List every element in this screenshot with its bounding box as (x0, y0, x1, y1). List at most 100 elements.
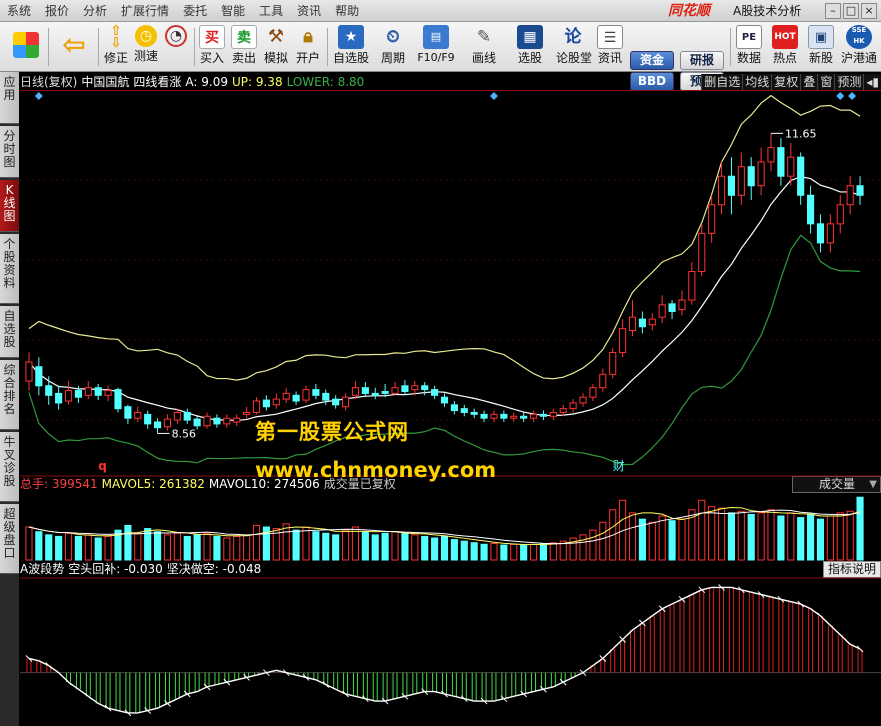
candle-body (411, 385, 419, 391)
volume-bar (134, 532, 142, 561)
volume-bar (233, 535, 241, 561)
marker-q: q (98, 459, 107, 473)
tab-kline[interactable]: K线图 (0, 180, 19, 232)
f10-button[interactable]: ▤ F10/F9 (416, 24, 456, 70)
open-account-label: 开户 (295, 51, 320, 65)
candle-body (628, 316, 637, 332)
new-stock-button[interactable]: ▣ 新股 (806, 24, 836, 70)
tab-kline-label: K线图 (3, 183, 16, 223)
menu-smart[interactable]: 智能 (214, 0, 252, 22)
toolbar: ⇦ ⇧ ⇩ 修正 ◷ 测速 ◔ 买 买入 卖 卖出 ⚒ 模拟 🔒︎ 开户 ★ 自选… (0, 22, 881, 91)
volume-bar (520, 544, 528, 561)
volume-bar (708, 506, 716, 561)
volume-bar (500, 544, 508, 561)
window-button[interactable]: 窗 (817, 74, 835, 90)
tab-stock-profile[interactable]: 个股资料 (0, 234, 19, 304)
marker-finance[interactable]: 财 (613, 459, 625, 473)
volume-bar (351, 526, 360, 561)
news-button[interactable]: ☰ 资讯 (596, 24, 624, 70)
menu-tools[interactable]: 工具 (252, 0, 290, 22)
adjusted-button[interactable]: 复权 (771, 74, 801, 90)
volume-bar (767, 509, 775, 561)
close-icon[interactable]: × (861, 3, 877, 19)
candle-body (154, 421, 162, 429)
remove-watchlist-button[interactable]: 删自选 (701, 74, 743, 90)
tab-watchlist[interactable]: 自选股 (0, 306, 19, 358)
data-button[interactable]: PE 数据 (734, 24, 764, 70)
volume-bar (312, 531, 320, 561)
menu-help[interactable]: 帮助 (328, 0, 366, 22)
candle-body (648, 318, 656, 326)
stock-screener-button[interactable]: ▦ 选股 (510, 24, 550, 70)
stock-name: 中国国航 (81, 75, 130, 89)
candle-body (351, 387, 360, 396)
sell-icon: 卖 (231, 25, 257, 49)
menu-system[interactable]: 系统 (0, 0, 38, 22)
forum-button[interactable]: 论 论股堂 (556, 24, 592, 70)
kline-chart[interactable]: 11.65 8.56 q 财 (20, 90, 881, 726)
correct-button[interactable]: ⇧ ⇩ 修正 (102, 24, 130, 70)
bbd-button[interactable]: BBD (630, 72, 674, 91)
maximize-icon[interactable]: □ (843, 3, 859, 19)
volume-bar (421, 535, 429, 561)
tab-intraday[interactable]: 分时图 (0, 126, 19, 178)
menu-quote[interactable]: 报价 (38, 0, 76, 22)
clock-button[interactable]: ◔ (162, 24, 190, 70)
volume-bar (282, 523, 290, 561)
volume-bar (64, 532, 73, 561)
watchlist-button[interactable]: ★ 自选股 (331, 24, 371, 70)
draw-line-button[interactable]: ✎ 画线 (464, 24, 504, 70)
candle-body (826, 223, 834, 244)
watchlist-label: 自选股 (332, 51, 369, 65)
tab-super-level2[interactable]: 超级盘口 (0, 504, 19, 574)
volume-bar (45, 534, 53, 561)
candle-body (322, 392, 330, 401)
simulate-label: 模拟 (263, 51, 288, 65)
sell-button[interactable]: 卖 卖出 (230, 24, 258, 70)
period-button[interactable]: ⏲︎ 周期 (376, 24, 410, 70)
windows-logo-button[interactable] (8, 24, 44, 70)
speed-test-button[interactable]: ◷ 测速 (132, 24, 160, 70)
volume-bar (737, 510, 745, 561)
candle-body (727, 175, 735, 196)
candle-body (708, 204, 716, 234)
volume-bar (727, 512, 735, 561)
candle-body (599, 373, 607, 389)
windows-logo-icon (13, 32, 39, 58)
overlay-button[interactable]: 叠 (800, 74, 818, 90)
brand-logo: 同花顺 (668, 3, 710, 19)
menu-news[interactable]: 资讯 (290, 0, 328, 22)
hot-button[interactable]: HOT 热点 (770, 24, 800, 70)
window-title: A股技术分析 (733, 4, 802, 18)
candle-body (223, 417, 231, 425)
pe-icon: PE (736, 25, 762, 49)
buy-button[interactable]: 买 买入 (198, 24, 226, 70)
volume-bar (717, 507, 726, 561)
tab-diagnosis[interactable]: 牛叉诊股 (0, 432, 19, 502)
volume-bar (35, 531, 43, 561)
forecast-chart-button[interactable]: 预测 (834, 74, 864, 90)
up-down-arrows-icon: ⇧ ⇩ (110, 23, 122, 51)
menu-analysis[interactable]: 分析 (76, 0, 114, 22)
sh-hk-connect-button[interactable]: SSE HK 沪港通 (840, 24, 878, 70)
tab-apps[interactable]: 应用 (0, 72, 19, 124)
research-report-button[interactable]: 研报 (680, 51, 724, 70)
minimize-icon[interactable]: – (825, 3, 841, 19)
menu-trade[interactable]: 委托 (176, 0, 214, 22)
moving-average-button[interactable]: 均线 (742, 74, 772, 90)
fund-button[interactable]: 资金 (630, 51, 674, 70)
simulate-button[interactable]: ⚒ 模拟 (262, 24, 290, 70)
candle-body (836, 204, 844, 225)
tab-apps-label: 应用 (3, 75, 16, 102)
open-account-button[interactable]: 🔒︎ 开户 (294, 24, 322, 70)
candle-body (94, 387, 102, 396)
menu-extended-quotes[interactable]: 扩展行情 (114, 0, 176, 22)
period-mode[interactable]: 日线(复权) (20, 75, 77, 89)
hot-icon: HOT (772, 25, 798, 49)
tab-ranking[interactable]: 综合排名 (0, 360, 19, 430)
volume-bar (470, 542, 478, 561)
candle-body (619, 328, 627, 353)
back-button[interactable]: ⇦ (54, 24, 94, 70)
collapse-panel-icon[interactable]: ◂▮ (863, 74, 881, 90)
volume-bar (371, 534, 379, 561)
